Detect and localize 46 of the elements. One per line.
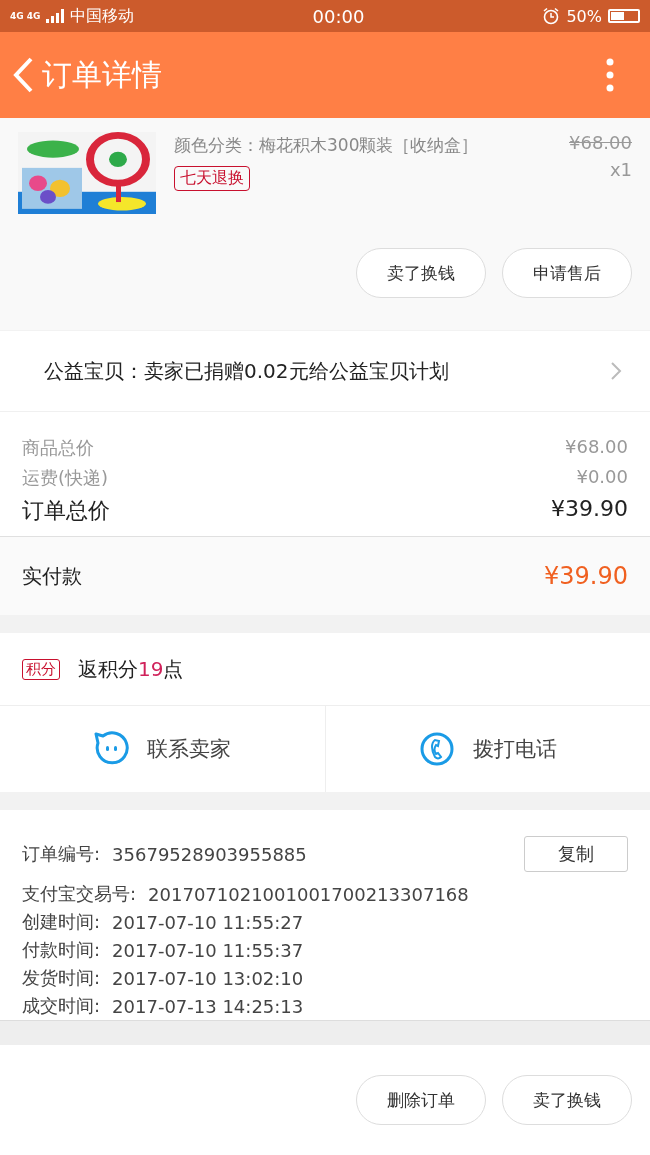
- back-icon[interactable]: [12, 56, 34, 94]
- paid-label: 实付款: [22, 562, 82, 590]
- summary-value: ¥0.00: [576, 466, 628, 489]
- paid-amount: ¥39.90: [544, 562, 628, 590]
- chevron-right-icon: [610, 361, 622, 381]
- summary-label: 运费(快递): [22, 466, 109, 490]
- info-label: 支付宝交易号:: [22, 882, 137, 906]
- page-title: 订单详情: [42, 55, 163, 94]
- info-value: 35679528903955885: [112, 843, 307, 865]
- network-indicator: 4G 4G: [10, 11, 41, 21]
- more-icon[interactable]: [606, 58, 614, 92]
- info-value: 2017-07-10 13:02:10: [112, 967, 304, 989]
- phone-icon: [418, 731, 455, 767]
- action-button[interactable]: 申请售后: [502, 248, 632, 298]
- points-text: 返积分19点: [78, 655, 184, 683]
- info-label: 付款时间:: [22, 938, 101, 962]
- summary-value: ¥39.90: [551, 496, 628, 523]
- info-label: 订单编号:: [22, 842, 101, 866]
- info-value: 2017-07-10 11:55:37: [112, 939, 304, 961]
- summary-label: 订单总价: [22, 497, 110, 525]
- charity-row[interactable]: 公益宝贝：卖家已捐赠0.02元给公益宝贝计划: [0, 331, 650, 411]
- return-policy-tag: 七天退换: [174, 166, 250, 191]
- product-variant: 颜色分类：梅花积木300颗装［收纳盒］: [174, 134, 479, 157]
- summary-label: 商品总价: [22, 436, 94, 460]
- battery-percent: 50%: [566, 6, 602, 26]
- signal-icon: [46, 9, 65, 23]
- original-price: ¥68.00: [569, 132, 632, 153]
- info-value: 2017-07-13 14:25:13: [112, 995, 304, 1017]
- info-value: 2017-07-10 11:55:27: [112, 911, 304, 933]
- battery-icon: [608, 9, 640, 23]
- points-tag: 积分: [22, 658, 60, 680]
- info-label: 成交时间:: [22, 994, 101, 1018]
- carrier-name: 中国移动: [70, 5, 135, 27]
- action-button[interactable]: 删除订单: [356, 1075, 486, 1125]
- clock: 00:00: [311, 5, 366, 27]
- quantity: x1: [609, 159, 632, 180]
- action-button[interactable]: 卖了换钱: [502, 1075, 632, 1125]
- copy-button[interactable]: 复制: [524, 836, 628, 872]
- info-label: 创建时间:: [22, 910, 101, 934]
- summary-value: ¥68.00: [565, 436, 628, 459]
- action-button[interactable]: 卖了换钱: [356, 248, 486, 298]
- chat-icon: [93, 731, 130, 767]
- charity-text: 公益宝贝：卖家已捐赠0.02元给公益宝贝计划: [44, 357, 449, 385]
- alarm-icon: [542, 7, 561, 25]
- info-value: 2017071021001001700213307168: [148, 883, 469, 905]
- info-label: 发货时间:: [22, 966, 101, 990]
